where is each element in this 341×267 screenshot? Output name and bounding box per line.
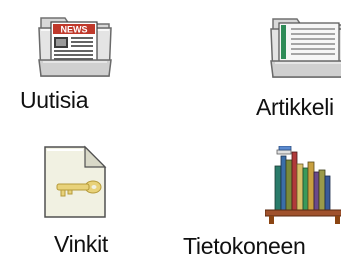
- icon-view: NEWS Uutisia Artikkeli Vinkit Tietokonee…: [0, 0, 341, 267]
- icon-item-uutisia[interactable]: NEWS Uutisia: [0, 0, 150, 125]
- bookshelf-icon[interactable]: [265, 146, 341, 224]
- tip-document-icon[interactable]: [37, 143, 113, 223]
- articles-folder-icon[interactable]: [267, 13, 341, 83]
- icon-label-artikkelit: Artikkeli: [256, 94, 334, 120]
- icon-item-tietokoneen[interactable]: Tietokoneen: [180, 130, 341, 267]
- news-folder-icon[interactable]: NEWS: [35, 10, 115, 82]
- icon-label-uutisia: Uutisia: [20, 87, 89, 113]
- news-badge-text: NEWS: [61, 25, 88, 35]
- icon-item-artikkelit[interactable]: Artikkeli: [240, 0, 341, 125]
- icon-label-vinkit: Vinkit: [54, 231, 109, 257]
- icon-item-vinkit[interactable]: Vinkit: [0, 130, 150, 267]
- icon-label-tietokoneen: Tietokoneen: [183, 233, 306, 259]
